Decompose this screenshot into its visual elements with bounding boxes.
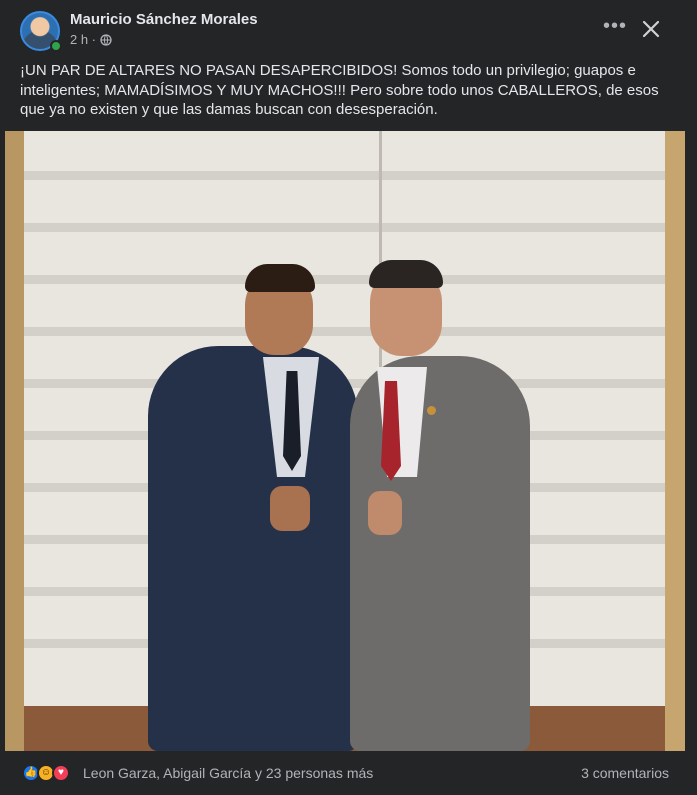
right-man-fist [368,491,402,535]
love-icon: ♥ [52,764,70,782]
facebook-post: Mauricio Sánchez Morales 2 h · ••• ¡UN P… [0,0,697,795]
close-icon[interactable] [638,16,664,42]
author-name[interactable]: Mauricio Sánchez Morales [70,11,258,28]
reactions-bar: 👍 ☺ ♥ Leon Garza, Abigail García y 23 pe… [0,751,697,795]
post-header: Mauricio Sánchez Morales 2 h · ••• [0,0,697,58]
post-meta: 2 h · [70,32,112,47]
photo-frame-left [5,131,24,751]
post-caption: ¡UN PAR DE ALTARES NO PASAN DESAPERCIBID… [20,62,659,118]
left-man-suit [148,346,358,751]
wall-stripe [24,171,665,180]
wall-stripe [24,275,665,284]
photo-frame-right [665,131,685,751]
right-man-suit [350,356,530,751]
left-man-hair [245,264,315,292]
post-time[interactable]: 2 h · [70,32,96,47]
wall-stripe [24,327,665,336]
online-status-dot [50,40,62,52]
right-man-hair [369,260,443,288]
reactors-summary[interactable]: Leon Garza, Abigail García y 23 personas… [83,765,373,781]
wall-stripe [24,223,665,232]
globe-icon [100,33,112,46]
left-man-thumbs-up [270,486,310,531]
reaction-icons[interactable]: 👍 ☺ ♥ [22,764,70,782]
more-options-icon[interactable]: ••• [602,16,628,42]
post-photo[interactable] [5,131,685,751]
lapel-pin [427,406,436,415]
comments-count[interactable]: 3 comentarios [581,765,669,781]
